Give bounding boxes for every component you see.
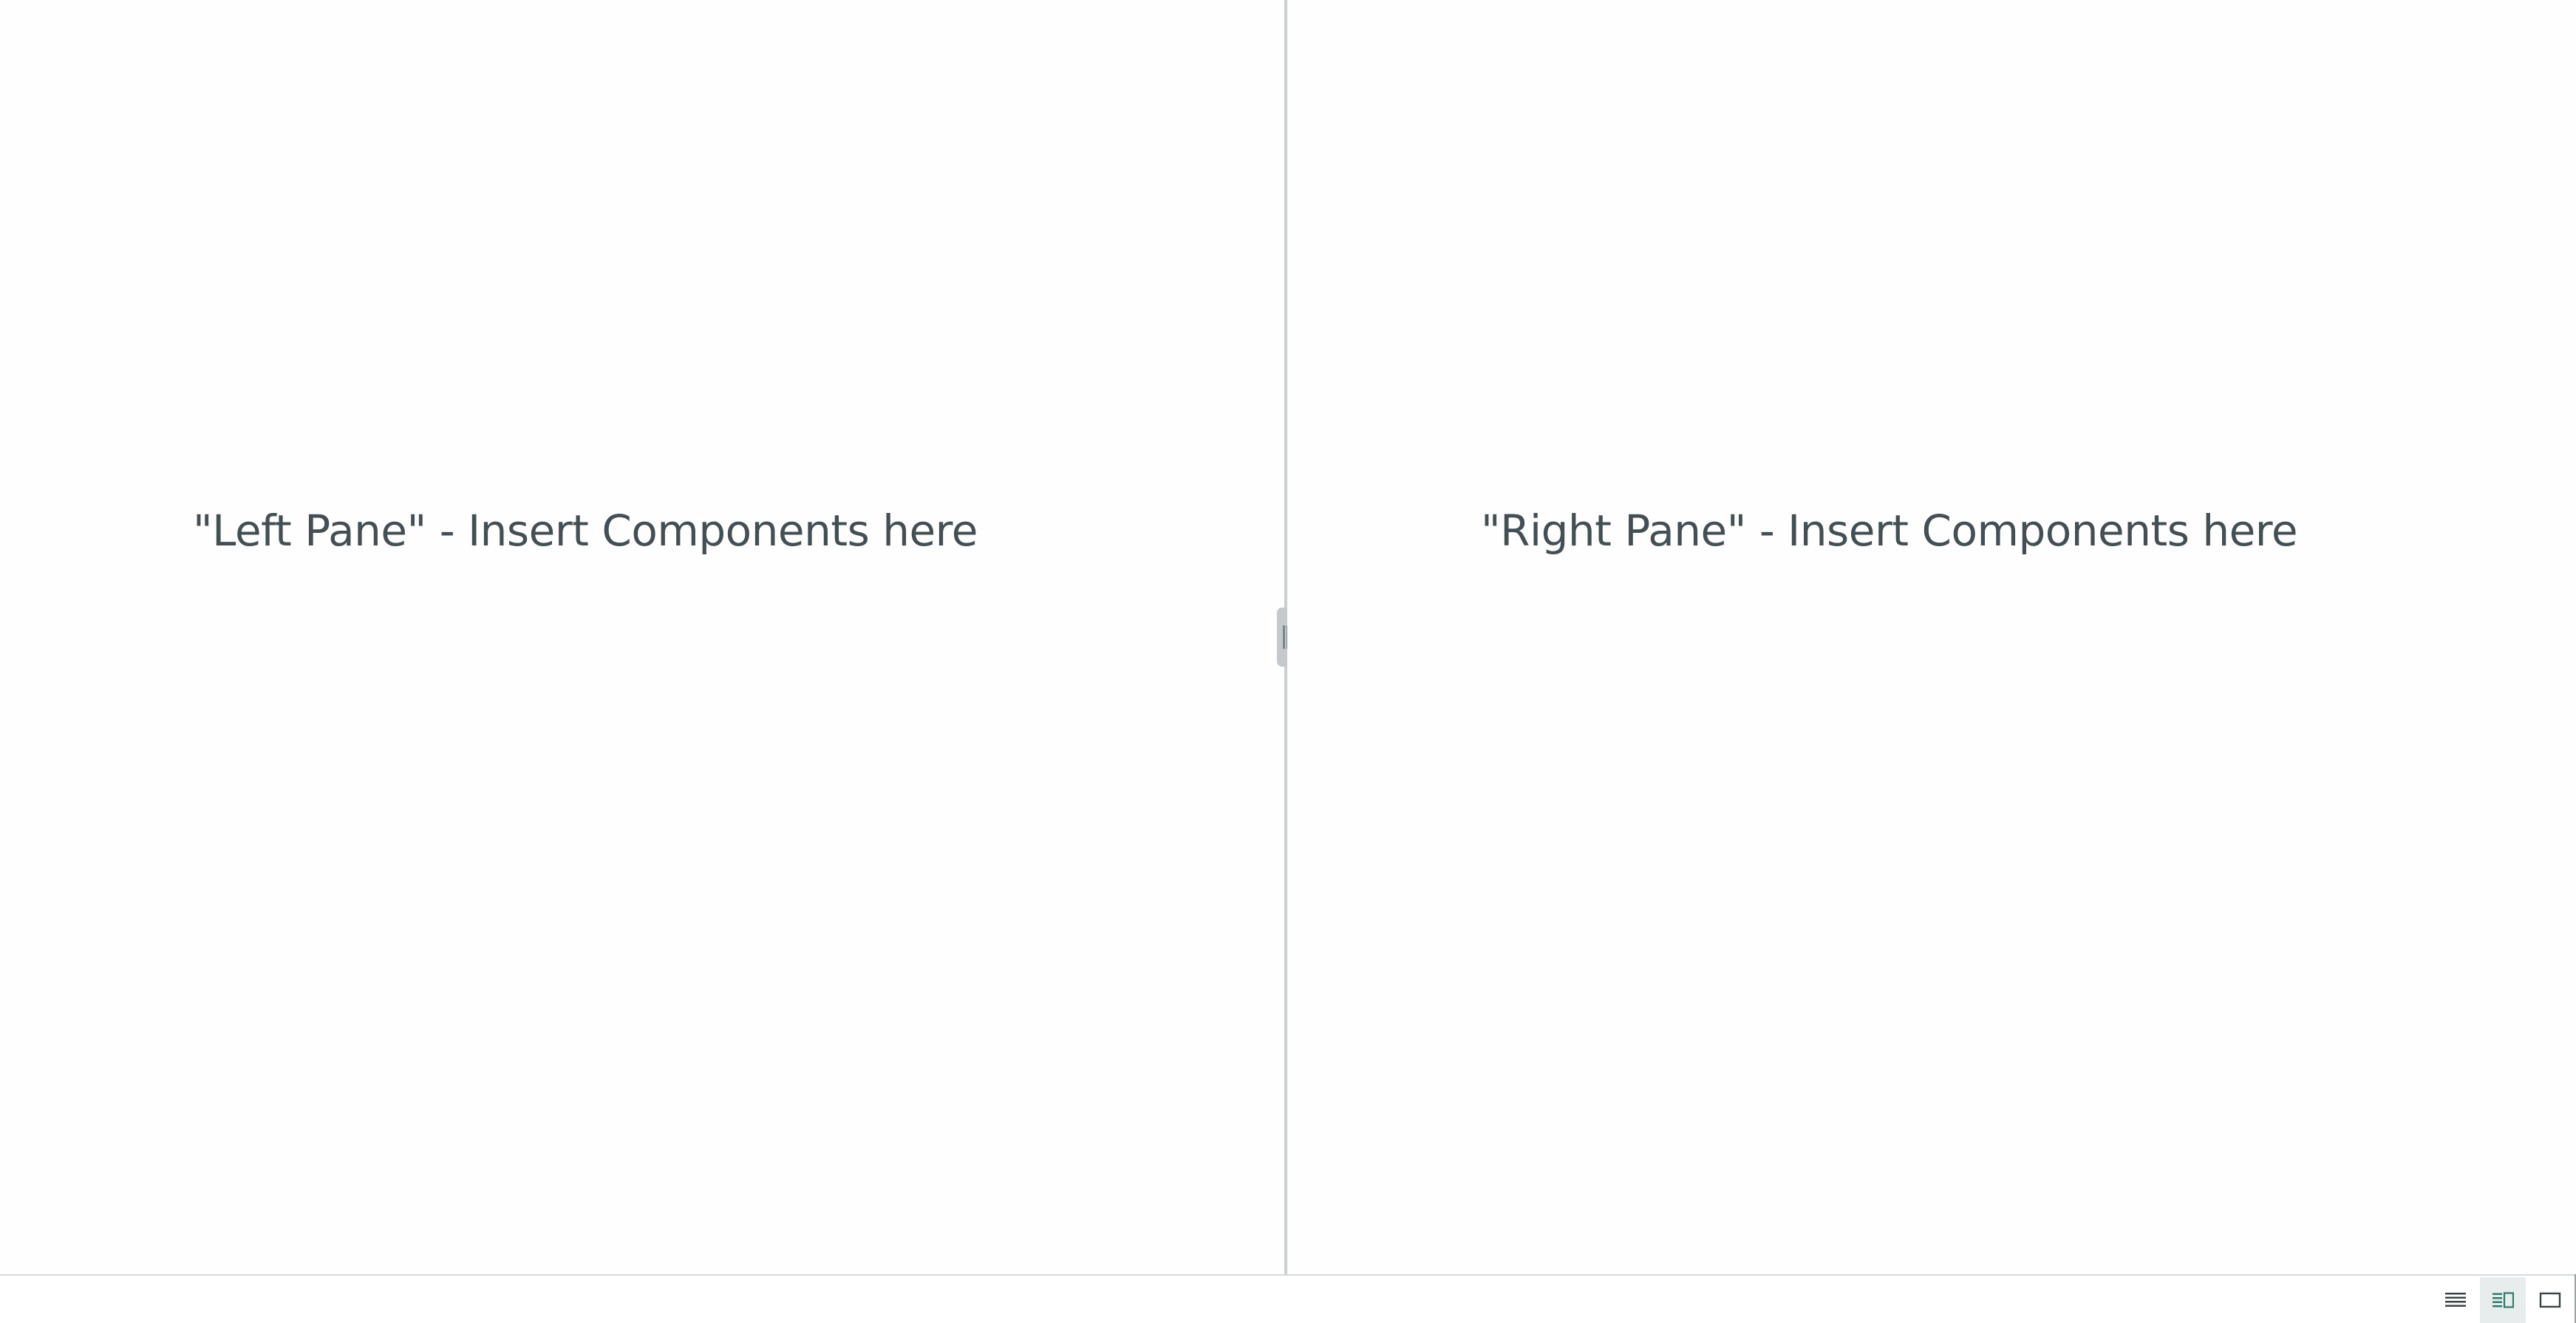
single-pane-layout-icon bbox=[2539, 1292, 2561, 1308]
split-layout-button[interactable] bbox=[2480, 1277, 2526, 1323]
left-pane: "Left Pane" - Insert Components here bbox=[0, 0, 1284, 1274]
status-bar bbox=[0, 1274, 2576, 1323]
split-view-app: "Left Pane" - Insert Components here "Ri… bbox=[0, 0, 2576, 1323]
right-pane: "Right Pane" - Insert Components here bbox=[1287, 0, 2576, 1274]
left-pane-placeholder: "Left Pane" - Insert Components here bbox=[193, 506, 978, 556]
right-pane-placeholder: "Right Pane" - Insert Components here bbox=[1481, 506, 2298, 556]
grip-line bbox=[1283, 625, 1285, 649]
split-layout-icon bbox=[2492, 1292, 2514, 1308]
list-layout-button[interactable] bbox=[2433, 1277, 2478, 1323]
list-layout-icon bbox=[2445, 1293, 2466, 1307]
single-pane-layout-button[interactable] bbox=[2527, 1277, 2573, 1323]
